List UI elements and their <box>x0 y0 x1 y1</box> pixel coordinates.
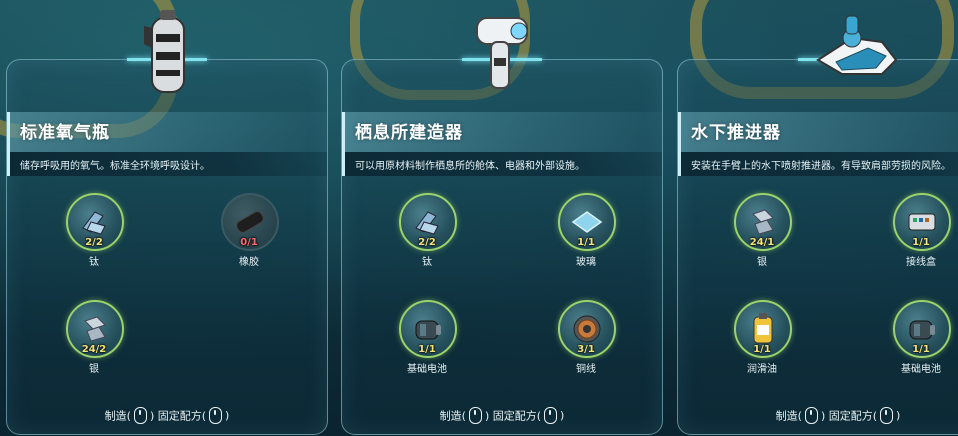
ingredient-count: 1/1 <box>753 344 771 355</box>
footer-close: ) <box>225 409 230 422</box>
ingredient-count: 24/2 <box>81 344 107 355</box>
ingredient-copper-wire[interactable]: 3/1 铜线 <box>546 300 626 380</box>
title-bar: 栖息所建造器 <box>342 112 662 152</box>
ingredient-silver[interactable]: 24/1 银 <box>722 193 802 273</box>
title-bar: 水下推进器 <box>678 112 958 152</box>
right-mouse-icon <box>209 407 223 424</box>
craft-label: 制造( <box>439 409 466 423</box>
ingredient-name: 接线盒 <box>906 257 936 268</box>
ingredient-count: 1/1 <box>912 344 930 355</box>
recipe-panel-propulsion-cannon[interactable]: 水下推进器 安装在手臂上的水下喷射推进器。有导致肩部劳损的风险。 24/1 银 … <box>677 58 958 435</box>
item-description: 储存呼吸用的氧气。标准全环境呼吸设计。 <box>20 161 210 172</box>
pin-recipe-label: ) 固定配方( <box>149 409 207 423</box>
footer-close: ) <box>560 409 565 422</box>
description-bar: 储存呼吸用的氧气。标准全环境呼吸设计。 <box>7 152 327 176</box>
propulsion-cannon-icon <box>816 15 898 75</box>
recipe-panel-oxygen-tank[interactable]: 标准氧气瓶 储存呼吸用的氧气。标准全环境呼吸设计。 2/2 钛 0/1 橡胶 2… <box>6 58 328 435</box>
item-description: 安装在手臂上的水下喷射推进器。有导致肩部劳损的风险。 <box>691 161 951 172</box>
left-mouse-icon <box>133 407 147 424</box>
ingredient-name: 基础电池 <box>901 364 941 375</box>
ingredient-name: 橡胶 <box>239 257 259 268</box>
ingredient-titanium[interactable]: 2/2 钛 <box>387 193 467 273</box>
ingredient-count: 2/2 <box>85 237 103 248</box>
footer-close: ) <box>896 409 901 422</box>
ingredient-count: 1/1 <box>577 237 595 248</box>
craft-label: 制造( <box>104 409 131 423</box>
ingredient-name: 银 <box>89 364 99 375</box>
left-mouse-icon <box>468 407 482 424</box>
action-hints: 制造( ) 固定配方() <box>678 407 958 424</box>
ingredient-name: 铜线 <box>576 364 596 375</box>
ingredient-count: 2/2 <box>418 237 436 248</box>
title-bar: 标准氧气瓶 <box>7 112 327 152</box>
item-title: 栖息所建造器 <box>355 123 463 143</box>
ingredient-glass[interactable]: 1/1 玻璃 <box>546 193 626 273</box>
ingredient-rubber[interactable]: 0/1 橡胶 <box>209 193 289 273</box>
ingredient-name: 钛 <box>89 257 99 268</box>
ingredient-count: 1/1 <box>418 344 436 355</box>
habitat-builder-icon <box>476 17 528 89</box>
pin-recipe-label: ) 固定配方( <box>484 409 542 423</box>
ingredient-wiring-kit[interactable]: 1/1 接线盒 <box>881 193 958 273</box>
ingredient-name: 润滑油 <box>747 364 777 375</box>
ingredient-name: 基础电池 <box>407 364 447 375</box>
ingredient-lubricant[interactable]: 1/1 润滑油 <box>722 300 802 380</box>
item-description: 可以用原材料制作栖息所的舱体、电器和外部设施。 <box>355 161 585 172</box>
ingredient-name: 玻璃 <box>576 257 596 268</box>
ingredient-name: 银 <box>757 257 767 268</box>
oxygen-tank-icon <box>144 10 185 93</box>
recipe-panel-habitat-builder[interactable]: 栖息所建造器 可以用原材料制作栖息所的舱体、电器和外部设施。 2/2 钛 1/1… <box>341 58 663 435</box>
ingredient-count: 3/1 <box>577 344 595 355</box>
pin-recipe-label: ) 固定配方( <box>820 409 878 423</box>
action-hints: 制造( ) 固定配方() <box>342 407 662 424</box>
description-bar: 安装在手臂上的水下喷射推进器。有导致肩部劳损的风险。 <box>678 152 958 176</box>
craft-label: 制造( <box>775 409 802 423</box>
ingredient-battery[interactable]: 1/1 基础电池 <box>387 300 467 380</box>
ingredient-count: 1/1 <box>912 237 930 248</box>
item-title: 水下推进器 <box>691 123 781 143</box>
ingredient-count: 0/1 <box>240 237 258 248</box>
item-title: 标准氧气瓶 <box>20 123 110 143</box>
ingredient-name: 钛 <box>422 257 432 268</box>
ingredient-battery[interactable]: 1/1 基础电池 <box>881 300 958 380</box>
description-bar: 可以用原材料制作栖息所的舱体、电器和外部设施。 <box>342 152 662 176</box>
right-mouse-icon <box>544 407 558 424</box>
right-mouse-icon <box>880 407 894 424</box>
left-mouse-icon <box>804 407 818 424</box>
ingredient-titanium[interactable]: 2/2 钛 <box>54 193 134 273</box>
ingredient-count: 24/1 <box>749 237 775 248</box>
ingredient-silver[interactable]: 24/2 银 <box>54 300 134 380</box>
action-hints: 制造( ) 固定配方() <box>7 407 327 424</box>
